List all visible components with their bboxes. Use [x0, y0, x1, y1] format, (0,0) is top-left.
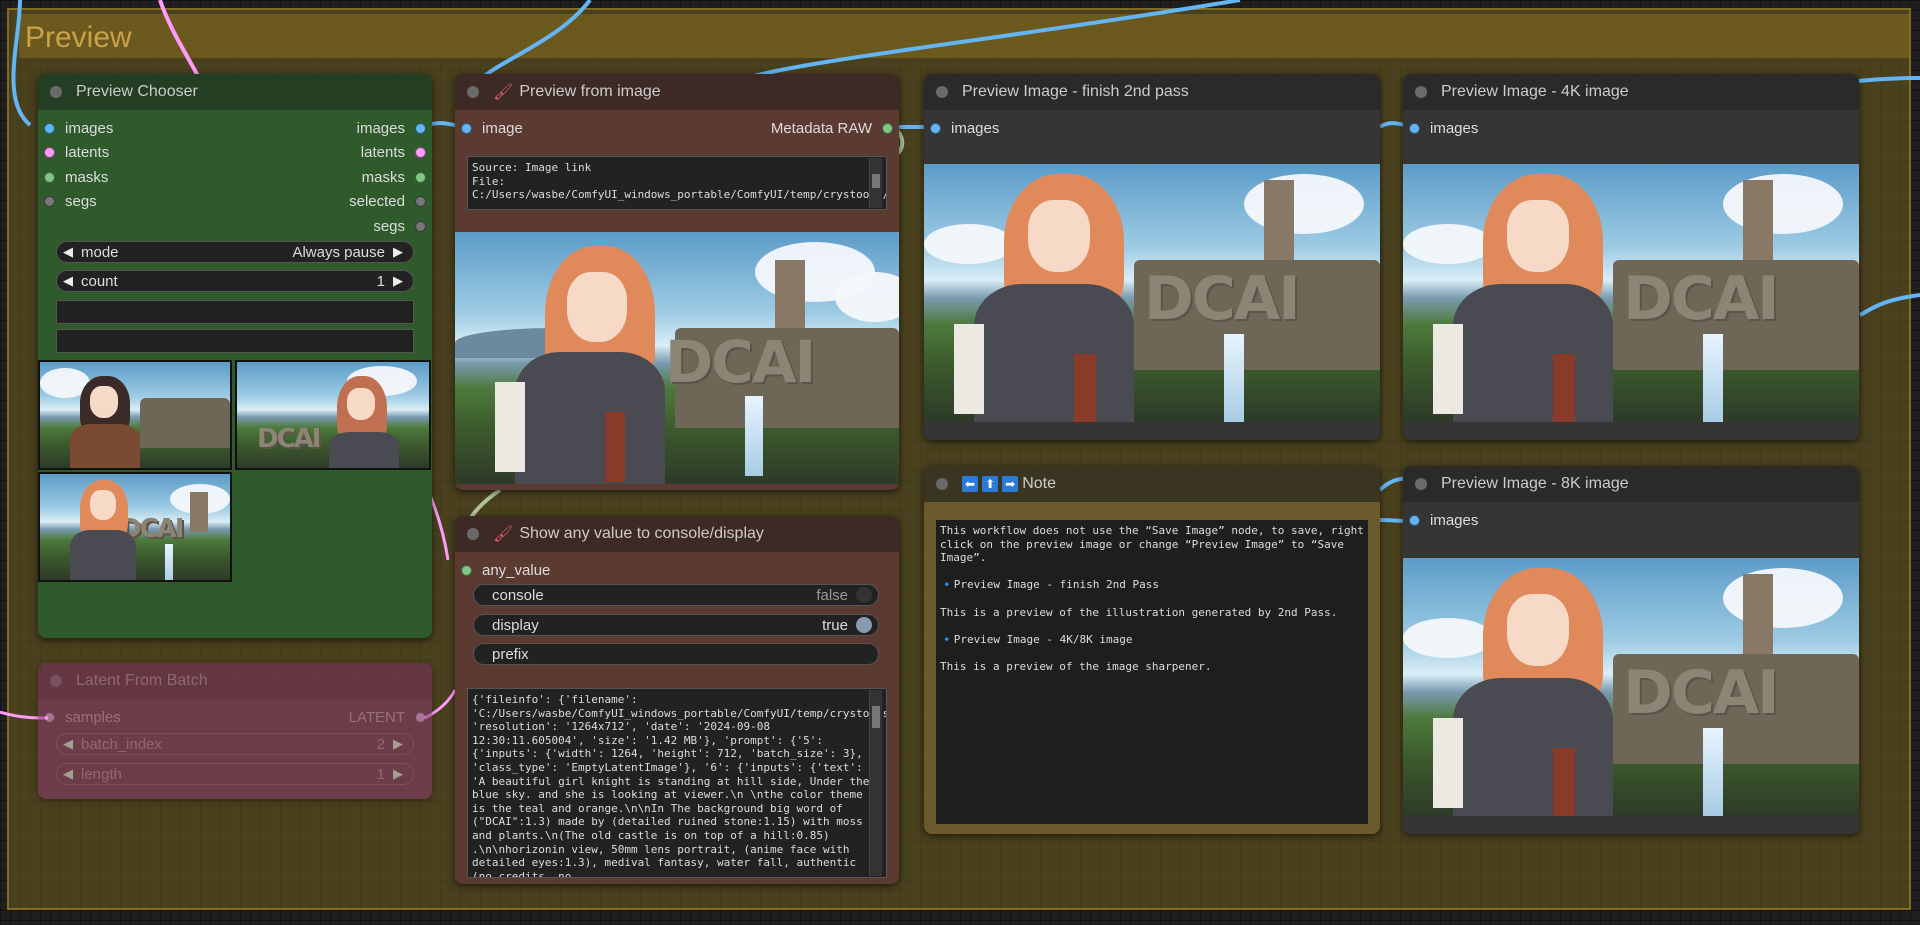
node-header[interactable]: ⬅ ⬆ ➡ Note — [924, 466, 1380, 502]
scrollbar[interactable] — [869, 690, 882, 876]
arrow-up-icon: ⬆ — [982, 476, 999, 492]
note-node[interactable]: ⬅ ⬆ ➡ Note This workflow does not use th… — [924, 466, 1380, 834]
note-text-area[interactable]: This workflow does not use the “Save Ima… — [936, 520, 1368, 824]
decrement-arrow-icon[interactable]: ◀ — [63, 244, 77, 260]
preview-image[interactable]: DCAI — [455, 232, 899, 484]
collapse-dot[interactable] — [467, 86, 479, 98]
empty-button-1[interactable] — [56, 300, 414, 324]
node-header[interactable]: Latent From Batch — [38, 663, 432, 699]
input-samples[interactable]: samples — [44, 707, 121, 727]
mode-combo[interactable]: ◀ mode Always pause ▶ — [56, 241, 414, 263]
node-title: Preview Image - finish 2nd pass — [962, 83, 1189, 100]
collapse-dot[interactable] — [1415, 86, 1427, 98]
node-title: Preview from image — [519, 83, 661, 100]
decrement-arrow-icon[interactable]: ◀ — [63, 736, 77, 752]
node-title: Preview Image - 8K image — [1441, 475, 1629, 492]
value-text-area[interactable]: {'fileinfo': {'filename': 'C:/Users/wasb… — [467, 688, 887, 878]
decrement-arrow-icon[interactable]: ◀ — [63, 766, 77, 782]
show-any-value-node[interactable]: 🖌 Show any value to console/display any_… — [455, 516, 899, 884]
group-title[interactable]: Preview — [19, 14, 1909, 58]
increment-arrow-icon[interactable]: ▶ — [393, 766, 407, 782]
preview-8k-node[interactable]: Preview Image - 8K image images DCAI — [1403, 466, 1859, 834]
collapse-dot[interactable] — [50, 86, 62, 98]
scrollbar[interactable] — [869, 158, 882, 208]
paintbrush-icon: 🖌 — [493, 526, 514, 543]
input-images[interactable]: images — [1409, 118, 1478, 138]
toggle-on-icon[interactable] — [856, 617, 872, 633]
preview-image[interactable]: DCAI — [924, 164, 1380, 422]
increment-arrow-icon[interactable]: ▶ — [393, 244, 407, 260]
count-number[interactable]: ◀ count 1 ▶ — [56, 270, 414, 292]
source-text-area[interactable]: Source: Image link File: C:/Users/wasbe/… — [467, 156, 887, 210]
empty-button-2[interactable] — [56, 329, 414, 353]
preview-2nd-pass-node[interactable]: Preview Image - finish 2nd pass images D… — [924, 74, 1380, 440]
latent-from-batch-node[interactable]: Latent From Batch samples LATENT ◀ batch… — [38, 663, 432, 799]
decrement-arrow-icon[interactable]: ◀ — [63, 273, 77, 289]
input-masks[interactable]: masks — [44, 167, 108, 187]
output-images[interactable]: images — [357, 118, 426, 138]
increment-arrow-icon[interactable]: ▶ — [393, 273, 407, 289]
node-title: Preview Chooser — [76, 83, 198, 100]
output-latents[interactable]: latents — [361, 142, 426, 162]
thumbnail-3[interactable]: DCAI — [38, 472, 232, 582]
node-title: Latent From Batch — [76, 672, 208, 689]
output-metadata-raw[interactable]: Metadata RAW — [771, 118, 893, 138]
node-header[interactable]: Preview Image - 8K image — [1403, 466, 1859, 502]
input-images[interactable]: images — [1409, 510, 1478, 530]
input-images[interactable]: images — [44, 118, 113, 138]
node-header[interactable]: 🖌 Show any value to console/display — [455, 516, 899, 552]
preview-image[interactable]: DCAI — [1403, 164, 1859, 422]
paintbrush-icon: 🖌 — [493, 84, 514, 101]
output-latent[interactable]: LATENT — [349, 707, 426, 727]
collapse-dot[interactable] — [936, 478, 948, 490]
node-title: Note — [1022, 475, 1056, 492]
length-number[interactable]: ◀ length 1 ▶ — [56, 763, 414, 785]
node-header[interactable]: Preview Chooser — [38, 74, 432, 110]
output-masks[interactable]: masks — [362, 167, 426, 187]
batch-index-number[interactable]: ◀ batch_index 2 ▶ — [56, 733, 414, 755]
collapse-dot[interactable] — [467, 528, 479, 540]
input-latents[interactable]: latents — [44, 142, 109, 162]
node-title: Show any value to console/display — [519, 525, 764, 542]
input-images[interactable]: images — [930, 118, 999, 138]
preview-image[interactable]: DCAI — [1403, 558, 1859, 816]
collapse-dot[interactable] — [50, 675, 62, 687]
thumbnail-1[interactable] — [38, 360, 232, 470]
display-toggle[interactable]: display true — [473, 614, 879, 636]
collapse-dot[interactable] — [936, 86, 948, 98]
preview-chooser-node[interactable]: Preview Chooser images latents masks seg… — [38, 74, 432, 638]
prefix-input[interactable]: prefix — [473, 643, 879, 665]
input-image[interactable]: image — [461, 118, 523, 138]
node-header[interactable]: 🖌 Preview from image — [455, 74, 899, 110]
increment-arrow-icon[interactable]: ▶ — [393, 736, 407, 752]
thumbnail-2[interactable]: DCAI — [235, 360, 431, 470]
input-any-value[interactable]: any_value — [461, 560, 550, 580]
preview-4k-node[interactable]: Preview Image - 4K image images DCAI — [1403, 74, 1859, 440]
arrow-left-icon: ⬅ — [962, 476, 979, 492]
input-segs[interactable]: segs — [44, 191, 97, 211]
arrow-right-icon: ➡ — [1002, 476, 1019, 492]
node-header[interactable]: Preview Image - finish 2nd pass — [924, 74, 1380, 110]
console-toggle[interactable]: console false — [473, 584, 879, 606]
output-selected[interactable]: selected — [349, 191, 426, 211]
output-segs[interactable]: segs — [373, 216, 426, 236]
collapse-dot[interactable] — [1415, 478, 1427, 490]
node-header[interactable]: Preview Image - 4K image — [1403, 74, 1859, 110]
preview-from-image-node[interactable]: 🖌 Preview from image image Metadata RAW … — [455, 74, 899, 490]
toggle-off-icon[interactable] — [856, 587, 872, 603]
node-title: Preview Image - 4K image — [1441, 83, 1629, 100]
